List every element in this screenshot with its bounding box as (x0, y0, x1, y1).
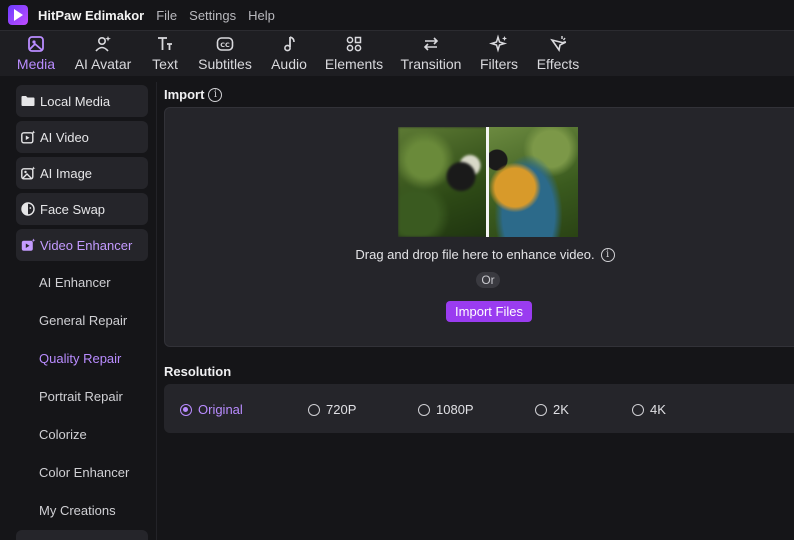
tab-ai-avatar[interactable]: AI Avatar (72, 32, 134, 76)
or-separator: Or (476, 272, 500, 288)
sidebar-subitem-quality-repair[interactable]: Quality Repair (39, 351, 121, 366)
tab-elements[interactable]: Elements (324, 32, 384, 76)
sidebar-item-ai-image[interactable]: AI Image (16, 157, 148, 189)
import-title: Import (164, 87, 205, 102)
tab-label: Audio (271, 56, 307, 72)
avatar-icon (95, 36, 111, 52)
resolution-panel: Original 720P 1080P 2K 4K (164, 384, 794, 433)
sidebar-item-label: Local Media (40, 93, 111, 109)
effects-icon (550, 36, 567, 52)
transition-icon (423, 37, 439, 51)
tab-filters[interactable]: Filters (476, 32, 522, 76)
sidebar-divider (156, 82, 157, 540)
radio-icon (632, 403, 644, 416)
tab-label: Text (152, 56, 178, 72)
radio-icon (308, 403, 320, 416)
sidebar-subitem-my-creations[interactable]: My Creations (39, 503, 116, 518)
radio-label: 1080P (436, 402, 474, 417)
sidebar-next-item[interactable] (16, 530, 148, 540)
tab-audio[interactable]: Audio (266, 32, 312, 76)
tab-label: Filters (479, 56, 519, 72)
radio-label: 720P (326, 402, 357, 417)
sidebar-item-label: AI Image (40, 165, 93, 181)
drop-text: Drag and drop file here to enhance video… (355, 247, 595, 262)
tab-label: Media (16, 56, 56, 72)
face-swap-icon (20, 201, 36, 217)
tab-label: Effects (536, 56, 580, 72)
sidebar-item-local-media[interactable]: Local Media (16, 85, 148, 117)
radio-icon (418, 403, 430, 416)
import-section-title: Import i (164, 87, 223, 102)
radio-icon (535, 403, 547, 416)
sidebar: Local Media AI Video AI Image Face Swap … (8, 82, 156, 540)
ai-video-icon (20, 129, 36, 145)
menu-settings[interactable]: Settings (189, 8, 236, 23)
tab-effects[interactable]: Effects (534, 32, 582, 76)
sidebar-subitem-colorize[interactable]: Colorize (39, 427, 87, 442)
radio-label: 2K (553, 402, 569, 417)
app-logo (8, 5, 28, 25)
resolution-option-original[interactable]: Original (180, 402, 243, 417)
sidebar-item-label: Video Enhancer (40, 237, 133, 253)
resolution-option-2k[interactable]: 2K (535, 402, 569, 417)
resolution-option-4k[interactable]: 4K (632, 402, 666, 417)
media-icon (28, 36, 44, 52)
info-icon[interactable]: i (600, 247, 615, 262)
import-files-button[interactable]: Import Files (446, 301, 532, 322)
sidebar-subitem-color-enhancer[interactable]: Color Enhancer (39, 465, 129, 480)
resolution-option-1080p[interactable]: 1080P (418, 402, 474, 417)
sidebar-item-video-enhancer[interactable]: Video Enhancer (16, 229, 148, 261)
elements-icon (346, 36, 362, 52)
tab-subtitles[interactable]: CC Subtitles (196, 32, 254, 76)
sidebar-item-face-swap[interactable]: Face Swap (16, 193, 148, 225)
sidebar-subitem-portrait-repair[interactable]: Portrait Repair (39, 389, 123, 404)
radio-icon (180, 403, 192, 416)
tab-label: Elements (324, 56, 384, 72)
menu-file[interactable]: File (156, 8, 177, 23)
title-bar: HitPaw Edimakor File Settings Help (0, 0, 794, 30)
tab-label: AI Avatar (74, 56, 132, 72)
sidebar-subitem-general-repair[interactable]: General Repair (39, 313, 127, 328)
info-icon[interactable]: i (208, 87, 223, 102)
resolution-section-title: Resolution (164, 364, 231, 379)
preview-before (398, 127, 488, 237)
svg-text:CC: CC (220, 41, 230, 49)
text-icon (158, 37, 172, 50)
menu-help[interactable]: Help (248, 8, 275, 23)
tab-label: Transition (400, 56, 462, 72)
import-drop-zone[interactable]: Drag and drop file here to enhance video… (164, 107, 794, 347)
ai-image-icon (20, 165, 36, 181)
enhance-preview-image (398, 127, 578, 237)
radio-label: 4K (650, 402, 666, 417)
tab-media[interactable]: Media (12, 32, 60, 76)
resolution-option-720p[interactable]: 720P (308, 402, 356, 417)
subtitles-icon: CC (216, 37, 234, 51)
preview-split-line (486, 127, 489, 237)
audio-icon (284, 36, 295, 52)
radio-label: Original (198, 402, 243, 417)
tab-transition[interactable]: Transition (398, 32, 464, 76)
tab-label: Subtitles (198, 56, 252, 72)
filters-icon (489, 34, 508, 53)
sidebar-item-label: AI Video (40, 129, 89, 145)
tab-text[interactable]: Text (146, 32, 184, 76)
folder-icon (20, 93, 36, 109)
resolution-title: Resolution (164, 364, 232, 379)
video-enhancer-icon (20, 237, 36, 253)
sidebar-item-label: Face Swap (40, 201, 106, 217)
sidebar-item-ai-video[interactable]: AI Video (16, 121, 148, 153)
preview-after (488, 127, 578, 237)
drop-instructions: Drag and drop file here to enhance video… (165, 247, 794, 262)
sidebar-subitem-ai-enhancer[interactable]: AI Enhancer (39, 275, 111, 290)
main-toolbar: Media AI Avatar Text CC Subtitles Audio … (0, 30, 794, 76)
app-name: HitPaw Edimakor (38, 7, 145, 23)
